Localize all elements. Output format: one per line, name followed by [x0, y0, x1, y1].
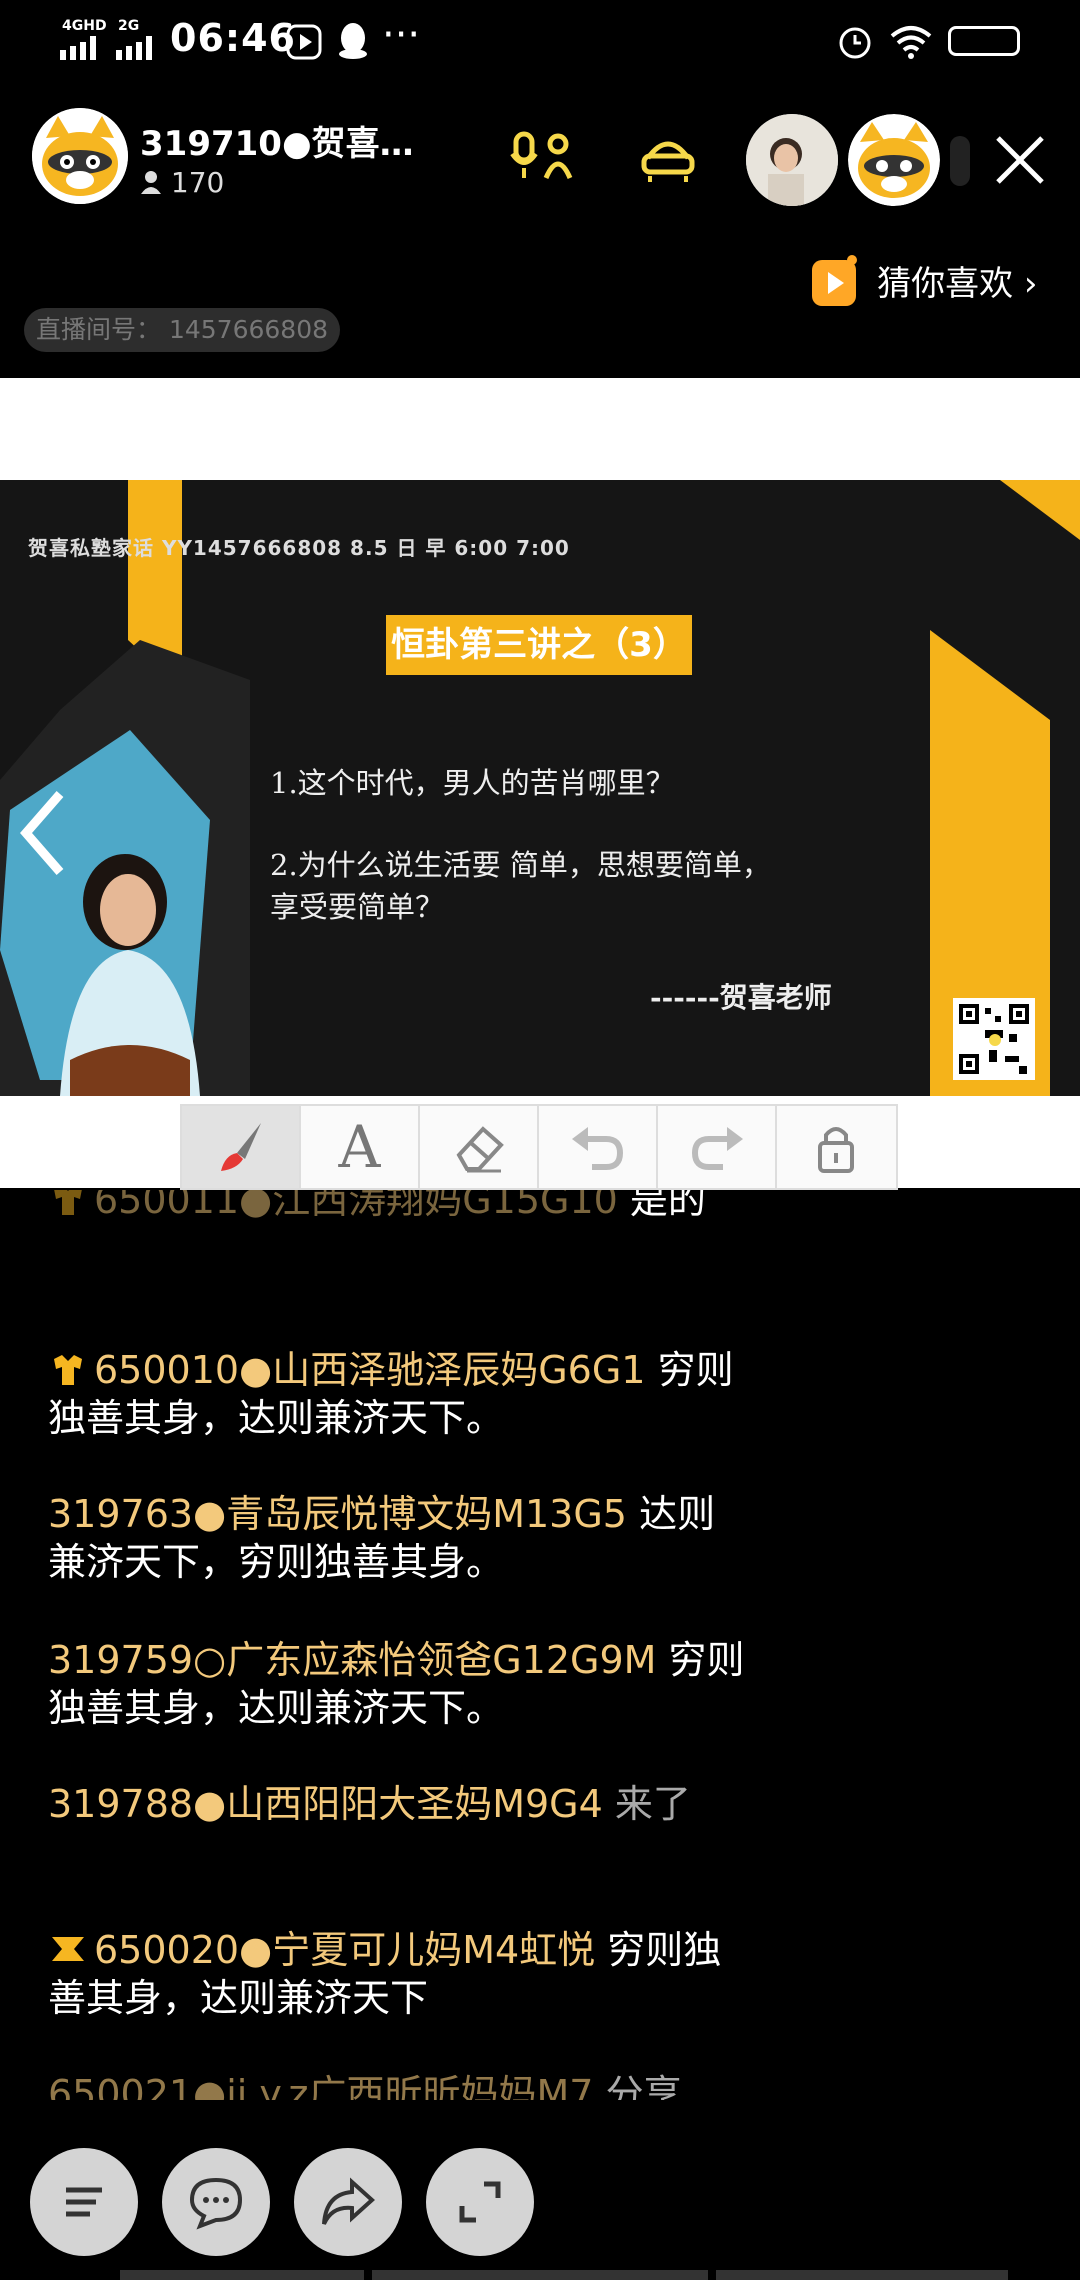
brush-icon: [220, 1123, 261, 1171]
person-photo-icon: [746, 114, 838, 206]
bottom-divider: [120, 2270, 364, 2280]
network2-label: 2G: [118, 18, 140, 34]
recommend-label: 猜你喜欢 ›: [877, 263, 1038, 304]
chat-text: 分享: [605, 2072, 682, 2100]
network-label: 4GHD: [62, 18, 107, 34]
qr-code: [953, 998, 1035, 1080]
share-button[interactable]: [294, 2148, 402, 2256]
bottom-divider: [372, 2270, 708, 2280]
slide-title: 恒卦第三讲之（3）: [386, 615, 692, 675]
more-dots-icon: ···: [382, 12, 421, 58]
close-icon[interactable]: [990, 130, 1050, 190]
eraser-icon: [456, 1126, 504, 1173]
chat-username[interactable]: 650021●jj.y.z广西昕昕妈妈M7: [48, 2072, 593, 2100]
raccoon-avatar-icon: [32, 108, 128, 204]
eraser-tool[interactable]: [420, 1106, 539, 1188]
slide-point-2a: 2.为什么说生活要 简单，思想要简单，: [270, 848, 771, 882]
anchor-name[interactable]: 319710●贺喜…: [140, 116, 414, 165]
undo-tool[interactable]: [539, 1106, 658, 1188]
fullscreen-icon: [459, 2181, 501, 2223]
recommend-play-icon: [812, 255, 857, 306]
chat-message: 319788●山西阳阳大圣妈M9G4 来了: [48, 1780, 748, 1828]
chat-username[interactable]: 319759○广东应森怡领爸G12G9M: [48, 1638, 656, 1682]
person-icon: [141, 171, 161, 194]
menu-icon: [66, 2187, 102, 2217]
redo-tool[interactable]: [658, 1106, 777, 1188]
slide-header-text: 贺喜私塾家话 YY1457666808 8.5 日 早 6:00 7:00: [28, 536, 570, 560]
chat-message: 650021●jj.y.z广西昕昕妈妈M7 分享: [48, 2070, 748, 2100]
text-tool-icon: A: [338, 1113, 381, 1181]
lock-icon: [818, 1127, 855, 1173]
room-id: 直播间号： 1457666808: [24, 308, 340, 352]
chat-message: 650010●山西泽驰泽辰妈G6G1 穷则独善其身，达则兼济天下。: [48, 1346, 748, 1442]
audience-avatar-3-partial[interactable]: [950, 136, 970, 186]
undo-icon: [571, 1127, 623, 1170]
comment-icon: [189, 2177, 243, 2230]
slide-point-2b: 享受要简单？: [270, 890, 445, 924]
comment-button[interactable]: [162, 2148, 270, 2256]
vip-badge-icon: [48, 1190, 88, 1216]
audience-avatar-1[interactable]: [746, 114, 838, 206]
redo-icon: [691, 1127, 743, 1170]
chat-username[interactable]: 319763●青岛辰悦博文妈M13G5: [48, 1492, 627, 1536]
anchor-avatar[interactable]: [32, 108, 128, 204]
chat-username[interactable]: 650010●山西泽驰泽辰妈G6G1: [94, 1348, 645, 1392]
share-icon: [322, 2177, 375, 2225]
mic-link-icon[interactable]: [510, 128, 574, 184]
raccoon-avatar-icon: [848, 114, 940, 206]
chat-username[interactable]: 319788●山西阳阳大圣妈M9G4: [48, 1782, 603, 1826]
chat-text: 是的: [629, 1190, 706, 1222]
whiteboard-toolbar: A: [180, 1104, 898, 1190]
qq-icon: [339, 23, 367, 59]
chat-username[interactable]: 650020●宁夏可儿妈M4虹悦: [94, 1928, 595, 1972]
bottom-divider: [716, 2270, 1008, 2280]
chat-list[interactable]: 650011●江西涛翔妈G15G10 是的 650010●山西泽驰泽辰妈G6G1…: [0, 1190, 1080, 2100]
viewer-count-row: 170: [140, 166, 224, 199]
menu-button[interactable]: [30, 2148, 138, 2256]
clock: 06:46: [170, 16, 296, 60]
battery-level: 57: [970, 29, 998, 53]
app-notification-icon: [286, 24, 322, 60]
chat-message: 319759○广东应森怡领爸G12G9M 穷则独善其身，达则兼济天下。: [48, 1636, 748, 1732]
chat-message: 319763●青岛辰悦博文妈M13G5 达则兼济天下，穷则独善其身。: [48, 1490, 748, 1586]
viewer-count: 170: [170, 166, 225, 199]
signal-icon: [60, 36, 152, 60]
previous-arrow-icon[interactable]: [18, 788, 68, 878]
fullscreen-button[interactable]: [426, 2148, 534, 2256]
vip-badge-icon: [48, 1930, 88, 1966]
recommend-button[interactable]: 猜你喜欢 ›: [808, 250, 1038, 310]
chat-username[interactable]: 650011●江西涛翔妈G15G10: [94, 1190, 618, 1222]
battery-indicator: 57: [948, 26, 1020, 56]
wifi-icon: [890, 26, 932, 59]
slide-teacher: ------贺喜老师: [650, 981, 832, 1014]
brush-tool[interactable]: [182, 1106, 301, 1188]
slide-top-margin: [0, 378, 1080, 480]
vip-badge-icon: [48, 1350, 88, 1386]
audience-avatar-2[interactable]: [848, 114, 940, 206]
text-tool[interactable]: A: [301, 1106, 420, 1188]
chat-message: 650020●宁夏可儿妈M4虹悦 穷则独善其身，达则兼济天下: [48, 1926, 748, 2022]
lock-tool[interactable]: [777, 1106, 896, 1188]
slide-point-1: 1.这个时代，男人的苦肖哪里？: [270, 766, 675, 800]
live-slide-video[interactable]: 贺喜私塾家话 YY1457666808 8.5 日 早 6:00 7:00 恒卦…: [0, 480, 1080, 1096]
chat-message: 650011●江西涛翔妈G15G10 是的: [48, 1190, 748, 1224]
chat-text: 来了: [614, 1782, 691, 1826]
status-bar: 4GHD 2G 06:46 ··· 57: [0, 0, 1080, 80]
qr-code-icon: [959, 1004, 1029, 1074]
fan-club-icon[interactable]: [640, 128, 696, 184]
alarm-icon: [839, 27, 871, 59]
